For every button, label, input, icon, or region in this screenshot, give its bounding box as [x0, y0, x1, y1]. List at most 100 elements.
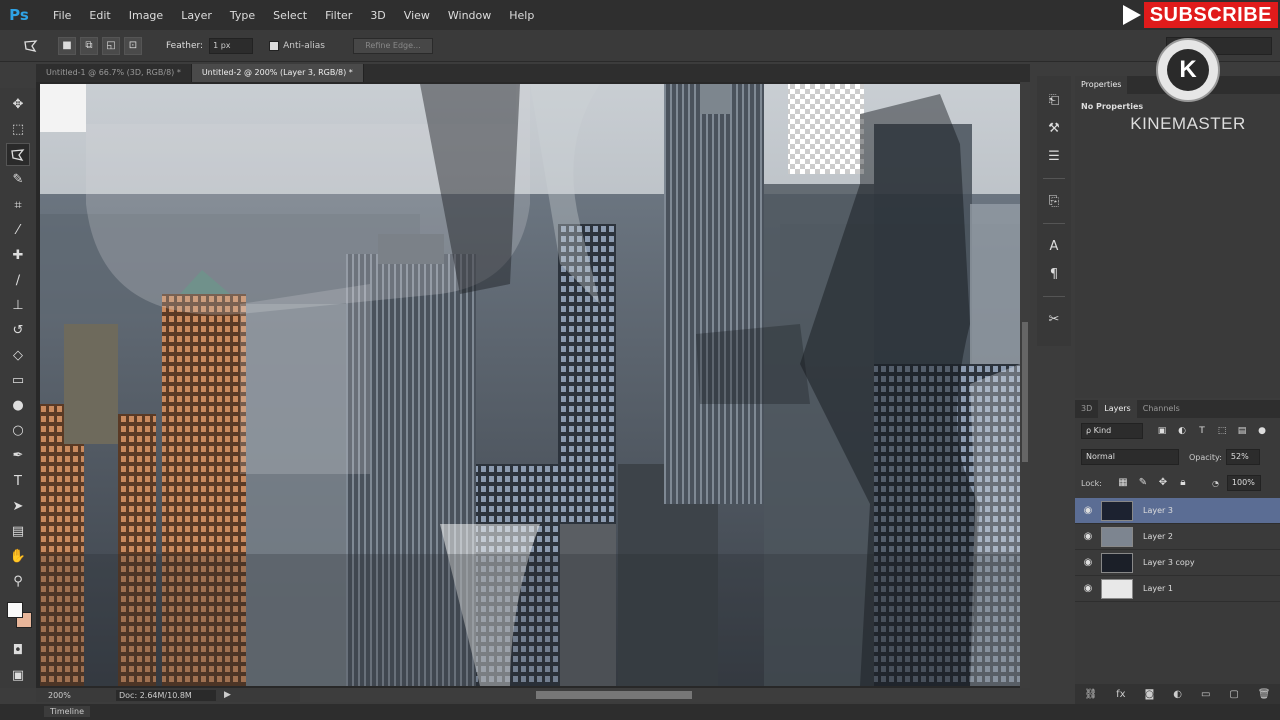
character-icon[interactable]: A — [1043, 235, 1065, 257]
pen-tool-icon[interactable]: ✒ — [6, 444, 30, 467]
tab-3d[interactable]: 3D — [1075, 400, 1098, 418]
workspace-select[interactable] — [1166, 37, 1272, 55]
vertical-scrollbar[interactable] — [1020, 82, 1030, 688]
new-layer-icon[interactable]: ▢ — [1229, 689, 1238, 700]
lasso-tool-icon[interactable] — [6, 143, 30, 167]
feather-input[interactable]: 1 px — [209, 37, 254, 54]
menu-3d[interactable]: 3D — [361, 9, 394, 22]
tab-untitled-1[interactable]: Untitled-1 @ 66.7% (3D, RGB/8) * — [36, 64, 192, 82]
subscribe-button[interactable]: SUBSCRIBE — [1143, 2, 1278, 28]
layer-row[interactable]: ◉ Layer 1 — [1075, 576, 1280, 602]
shape-tool-icon[interactable]: ▤ — [6, 520, 30, 543]
visibility-eye-icon[interactable]: ◉ — [1075, 583, 1101, 594]
dodge-tool-icon[interactable]: ○ — [6, 419, 30, 442]
healing-brush-tool-icon[interactable]: ✚ — [6, 244, 30, 267]
menu-edit[interactable]: Edit — [80, 9, 119, 22]
add-mask-icon[interactable]: ◙ — [1145, 689, 1155, 700]
eraser-tool-icon[interactable]: ◇ — [6, 344, 30, 367]
menu-file[interactable]: File — [44, 9, 80, 22]
horizontal-scroll-thumb[interactable] — [536, 691, 692, 699]
adjustment-filter-icon[interactable]: ◐ — [1175, 424, 1189, 438]
filter-toggle-icon[interactable]: ● — [1255, 424, 1269, 438]
crop-tool-icon[interactable]: ⌗ — [6, 193, 30, 216]
move-tool-icon[interactable]: ✥ — [6, 93, 30, 116]
visibility-eye-icon[interactable]: ◉ — [1075, 531, 1101, 542]
zoom-level[interactable]: 200% — [36, 691, 76, 700]
tab-layers[interactable]: Layers — [1098, 400, 1137, 418]
add-selection-icon[interactable]: ⧉ — [80, 36, 98, 55]
history-brush-tool-icon[interactable]: ↺ — [6, 319, 30, 342]
marquee-tool-icon[interactable]: ⬚ — [6, 118, 30, 141]
dock-divider — [1043, 178, 1065, 179]
layer-style-icon[interactable]: fx — [1116, 689, 1125, 700]
photoshop-window: Ps File Edit Image Layer Type Select Fil… — [0, 0, 1280, 720]
hand-tool-icon[interactable]: ✋ — [6, 545, 30, 568]
menu-select[interactable]: Select — [264, 9, 316, 22]
adjustments-icon[interactable]: ☰ — [1043, 145, 1065, 167]
tab-untitled-2[interactable]: Untitled-2 @ 200% (Layer 3, RGB/8) * — [191, 64, 364, 82]
kind-filter-select[interactable]: ρ Kind — [1081, 423, 1143, 439]
subtract-selection-icon[interactable]: ◱ — [102, 36, 120, 55]
status-menu-arrow-icon[interactable]: ▶ — [224, 690, 231, 700]
intersect-selection-icon[interactable]: ⊡ — [124, 36, 142, 55]
visibility-eye-icon[interactable]: ◉ — [1075, 557, 1101, 568]
history-icon[interactable]: ⎗ — [1043, 89, 1065, 111]
tab-properties[interactable]: Properties — [1075, 76, 1128, 94]
screen-mode-icon[interactable]: ▣ — [6, 664, 30, 687]
options-bar: ■ ⧉ ◱ ⊡ Feather: 1 px Anti-alias Refine … — [0, 30, 1280, 62]
zoom-tool-icon[interactable]: ⚲ — [6, 570, 30, 593]
pixel-filter-icon[interactable]: ▣ — [1155, 424, 1169, 438]
blur-tool-icon[interactable]: ● — [6, 394, 30, 417]
timeline-tab[interactable]: Timeline — [44, 706, 91, 717]
layer-row[interactable]: ◉ Layer 3 copy — [1075, 550, 1280, 576]
quick-select-tool-icon[interactable]: ✎ — [6, 168, 30, 191]
refine-edge-button[interactable]: Refine Edge... — [352, 37, 433, 54]
layers-panel: 3D Layers Channels ρ Kind ▣ ◐ T ⬚ ▤ ● No… — [1075, 400, 1280, 704]
brush-presets-icon[interactable]: ⚒ — [1043, 117, 1065, 139]
paragraph-icon[interactable]: ¶ — [1043, 263, 1065, 285]
menu-help[interactable]: Help — [500, 9, 543, 22]
fill-input[interactable]: 100% — [1226, 475, 1261, 491]
horizontal-scrollbar[interactable] — [300, 688, 1020, 702]
lock-transparency-icon[interactable]: ▦ — [1116, 476, 1130, 490]
menu-layer[interactable]: Layer — [172, 9, 221, 22]
vertical-scroll-thumb[interactable] — [1022, 322, 1028, 462]
quick-mask-icon[interactable]: ◘ — [6, 639, 30, 662]
foreground-color-swatch[interactable] — [7, 601, 23, 618]
menu-view[interactable]: View — [395, 9, 439, 22]
path-select-tool-icon[interactable]: ➤ — [6, 495, 30, 518]
antialias-checkbox[interactable] — [269, 40, 280, 51]
lock-all-icon[interactable]: 🔒︎ — [1176, 476, 1190, 490]
new-group-icon[interactable]: ▭ — [1201, 689, 1210, 700]
type-filter-icon[interactable]: T — [1195, 424, 1209, 438]
menu-type[interactable]: Type — [221, 9, 264, 22]
menu-image[interactable]: Image — [120, 9, 172, 22]
eyedropper-tool-icon[interactable]: ⁄ — [6, 219, 30, 242]
visibility-eye-icon[interactable]: ◉ — [1075, 505, 1101, 516]
lock-pixels-icon[interactable]: ✎ — [1136, 476, 1150, 490]
new-selection-icon[interactable]: ■ — [58, 36, 76, 55]
layer-row[interactable]: ◉ Layer 2 — [1075, 524, 1280, 550]
menu-window[interactable]: Window — [439, 9, 500, 22]
tab-channels[interactable]: Channels — [1137, 400, 1186, 418]
document-canvas[interactable] — [40, 84, 1020, 686]
adjustment-layer-icon[interactable]: ◐ — [1173, 689, 1182, 700]
tool-presets-icon[interactable]: ✂ — [1043, 308, 1065, 330]
lasso-preset-icon[interactable] — [22, 37, 40, 55]
blend-mode-select[interactable]: Normal — [1081, 449, 1179, 465]
opacity-input[interactable]: 52% — [1225, 449, 1260, 465]
styles-icon[interactable]: ⎘ — [1043, 190, 1065, 212]
type-tool-icon[interactable]: T — [6, 469, 30, 492]
lock-position-icon[interactable]: ✥ — [1156, 476, 1170, 490]
dock-divider — [1043, 296, 1065, 297]
clone-stamp-tool-icon[interactable]: ⊥ — [6, 294, 30, 317]
shape-filter-icon[interactable]: ⬚ — [1215, 424, 1229, 438]
brush-tool-icon[interactable]: ∕ — [6, 269, 30, 292]
smart-object-filter-icon[interactable]: ▤ — [1235, 424, 1249, 438]
gradient-tool-icon[interactable]: ▭ — [6, 369, 30, 392]
layer-row[interactable]: ◉ Layer 3 — [1075, 498, 1280, 524]
link-layers-icon[interactable]: ⛓ — [1084, 689, 1097, 700]
layers-footer: ⛓ fx ◙ ◐ ▭ ▢ 🗑︎ — [1075, 684, 1280, 704]
menu-filter[interactable]: Filter — [316, 9, 361, 22]
delete-layer-icon[interactable]: 🗑︎ — [1258, 689, 1271, 700]
